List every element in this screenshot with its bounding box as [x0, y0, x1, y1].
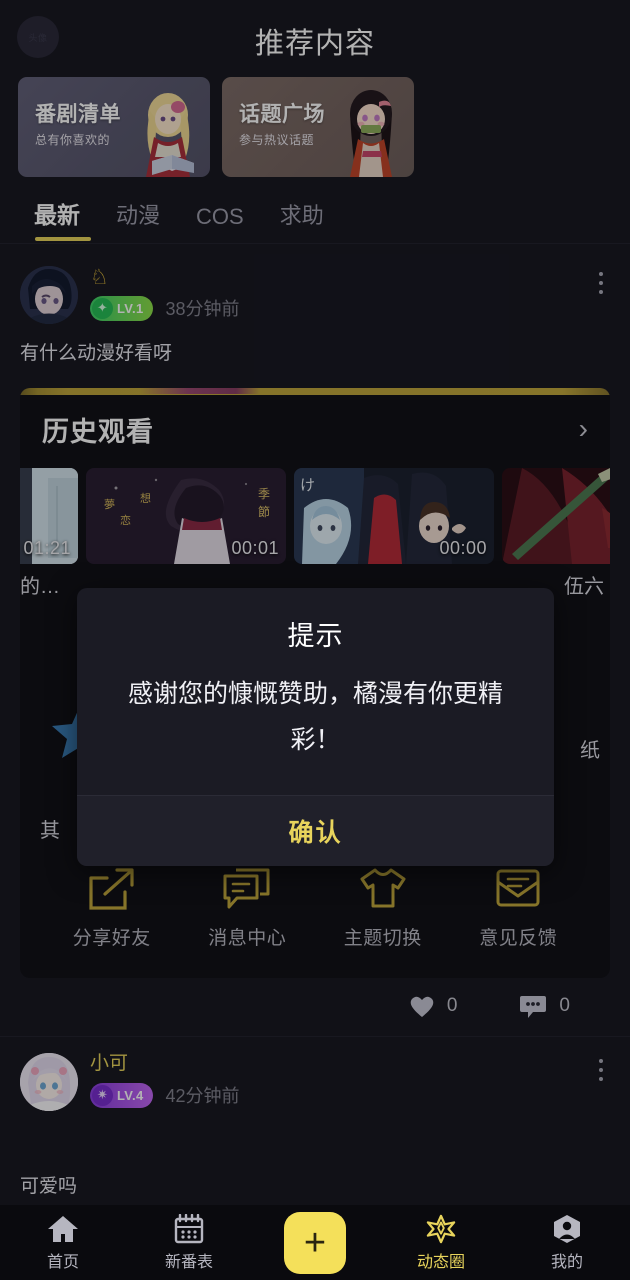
dialog-title: 提示: [287, 621, 344, 651]
nav-label: 我的: [550, 1253, 583, 1271]
person-icon: [554, 1214, 580, 1243]
plus-icon[interactable]: +: [284, 1211, 346, 1274]
nav-label: 首页: [46, 1253, 79, 1271]
nav-item-moments[interactable]: 动态圈: [378, 1214, 504, 1272]
nav-item-profile[interactable]: 我的: [504, 1214, 630, 1272]
nav-label: 新番表: [164, 1253, 213, 1271]
nav-item-schedule[interactable]: 新番表: [126, 1213, 252, 1272]
nav-item-home[interactable]: 首页: [0, 1214, 126, 1272]
nav-item-create[interactable]: +: [252, 1211, 378, 1274]
dialog-confirm-button[interactable]: 确认: [77, 796, 554, 866]
home-icon: [48, 1215, 78, 1242]
tip-dialog: 提示 感谢您的慷慨赞助，橘漫有你更精彩！ 确认: [77, 588, 554, 866]
dialog-message: 感谢您的慷慨赞助，橘漫有你更精彩！: [127, 680, 503, 754]
calendar-icon: [174, 1213, 204, 1243]
nav-label: 动态圈: [416, 1253, 465, 1271]
bottom-nav: 首页 新番表 + 动态圈 我的: [0, 1205, 630, 1280]
star-burst-icon: [426, 1214, 456, 1243]
app-root: 头像 推荐内容 番剧清单 总有你喜欢的 话题广场 参与热议话题 最新 动漫 CO…: [0, 0, 630, 1280]
